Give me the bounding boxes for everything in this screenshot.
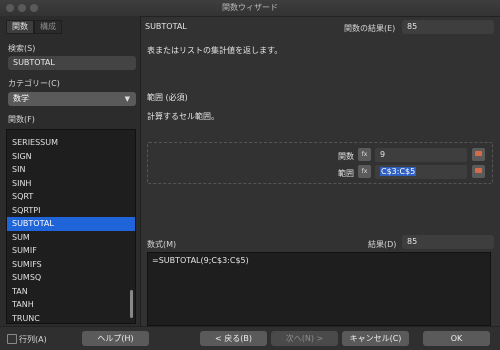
search-input[interactable]: SUBTOTAL — [8, 56, 136, 70]
function-list-item[interactable]: TANH — [7, 298, 135, 312]
shrink-select-icon[interactable] — [472, 148, 485, 161]
tab-functions[interactable]: 関数 — [6, 20, 34, 34]
parameter-title: 範囲 (必須) — [147, 93, 188, 102]
arg-label-range: 範囲 — [338, 169, 354, 178]
function-fx-icon[interactable]: fx — [358, 148, 371, 161]
category-select[interactable]: 数学 ▼ — [8, 92, 136, 106]
cancel-button[interactable]: キャンセル(C) — [342, 331, 409, 346]
window-title: 関数ウィザード — [222, 3, 278, 12]
array-checkbox[interactable] — [7, 334, 17, 344]
range-fx-icon[interactable]: fx — [358, 165, 371, 178]
next-button[interactable]: 次へ(N) > — [271, 331, 338, 346]
function-list-item[interactable]: SQRT — [7, 190, 135, 204]
formula-label: 数式(M) — [147, 240, 177, 249]
formula-result-label: 結果(D) — [368, 240, 397, 249]
category-label: カテゴリー(C) — [8, 79, 60, 88]
function-description: 表またはリストの集計値を返します。 — [147, 46, 283, 55]
function-list-item[interactable]: TRUNC — [7, 312, 135, 324]
ok-button[interactable]: OK — [423, 331, 490, 346]
function-list-item[interactable]: SIGN — [7, 150, 135, 164]
function-list-item[interactable]: SUMSQ — [7, 271, 135, 285]
back-button[interactable]: < 戻る(B) — [200, 331, 267, 346]
function-list-item[interactable]: SERIESSUM — [7, 136, 135, 150]
tab-structure[interactable]: 構成 — [34, 20, 62, 34]
help-button[interactable]: ヘルプ(H) — [82, 331, 149, 346]
function-detail-panel: SUBTOTAL 関数の結果(E) 85 表またはリストの集計値を返します。 範… — [141, 16, 500, 326]
array-label: 行列(A) — [19, 335, 47, 344]
dialog-footer: 行列(A) ヘルプ(H) < 戻る(B) 次へ(N) > キャンセル(C) OK — [0, 326, 500, 350]
panel-tabs: 関数 構成 — [6, 20, 62, 34]
category-select-value: 数学 — [13, 94, 29, 103]
functions-label: 関数(F) — [8, 115, 35, 124]
arg-label-function: 関数 — [338, 152, 354, 161]
list-scrollbar[interactable] — [130, 290, 133, 318]
search-label: 検索(S) — [8, 44, 36, 53]
function-list-item[interactable]: SUBTOTAL — [7, 217, 135, 231]
function-list-item[interactable]: SQRTPI — [7, 204, 135, 218]
parameter-description: 計算するセル範囲。 — [147, 112, 219, 121]
formula-editor[interactable]: =SUBTOTAL(9;C$3:C$5) — [147, 252, 491, 326]
function-items: SERIESSUM SIGN SIN SINH SQRT SQRTPI SUBTOTAL SU… — [7, 136, 135, 324]
arguments-box: 関数 fx 9 範囲 fx C$3:C$5 — [147, 142, 493, 184]
function-result-label: 関数の結果(E) — [344, 24, 396, 33]
function-name: SUBTOTAL — [145, 22, 187, 31]
function-list-item[interactable]: SUM — [7, 231, 135, 245]
function-list-item[interactable]: TAN — [7, 285, 135, 299]
function-list-item[interactable]: SUMIFS — [7, 258, 135, 272]
shrink-select-icon[interactable] — [472, 165, 485, 178]
function-list-item[interactable]: SIN — [7, 163, 135, 177]
function-list[interactable]: SERIESSUM SIGN SIN SINH SQRT SQRTPI SUBTOTAL SU… — [6, 129, 136, 324]
arg-input-range[interactable]: C$3:C$5 — [375, 165, 467, 179]
arg-input-function[interactable]: 9 — [375, 148, 467, 162]
function-list-item[interactable]: SUMIF — [7, 244, 135, 258]
title-bar: 関数ウィザード — [0, 0, 500, 17]
function-browser-panel: 関数 構成 検索(S) SUBTOTAL カテゴリー(C) 数学 ▼ 関数(F)… — [0, 16, 141, 326]
chevron-down-icon: ▼ — [124, 95, 130, 103]
function-result-value: 85 — [402, 20, 494, 34]
function-list-item[interactable]: SINH — [7, 177, 135, 191]
formula-result-value: 85 — [402, 235, 494, 249]
function-wizard-dialog: 関数ウィザード 関数 構成 検索(S) SUBTOTAL カテゴリー(C) 数学… — [0, 0, 500, 350]
arg-range-value: C$3:C$5 — [380, 167, 417, 176]
